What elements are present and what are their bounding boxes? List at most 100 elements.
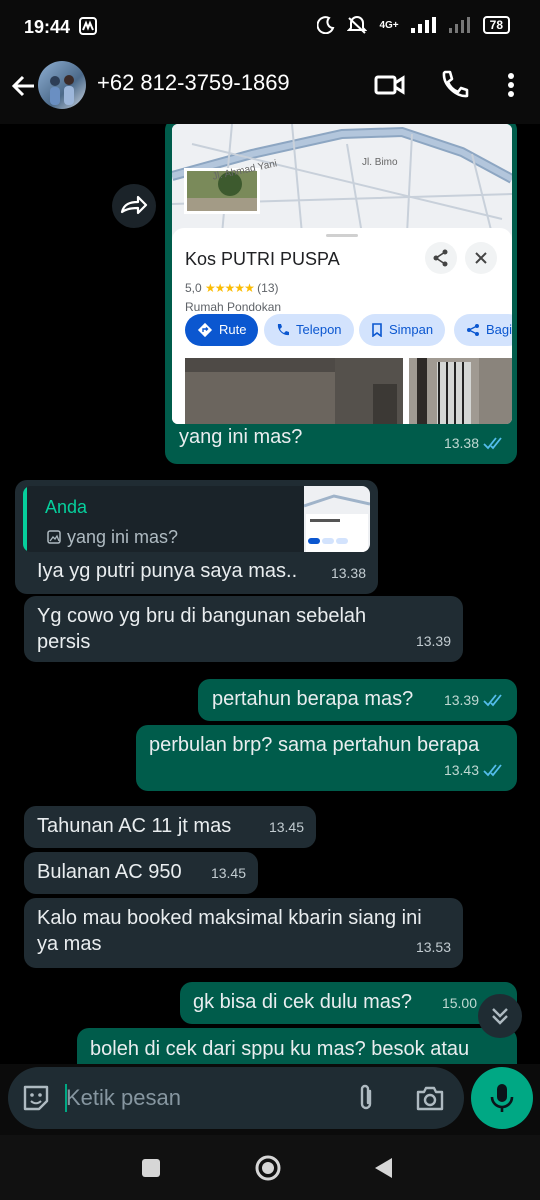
message-time: 13.38 [443,435,479,451]
incoming-message[interactable]: Bulanan AC 950 13.45 [24,852,258,894]
phone-icon [277,324,289,336]
message-meta: 13.43 [444,757,505,783]
message-text: perbulan brp? sama pertahun berapa [149,734,480,756]
review-count: (13) [257,281,279,295]
read-ticks-icon [483,437,502,450]
outgoing-message[interactable]: gk bisa di cek dulu mas? 15.00 [180,982,517,1024]
call-button[interactable]: Telepon [264,314,354,346]
close-icon[interactable] [465,242,497,274]
voice-message-button[interactable] [471,1067,533,1129]
message-meta: 13.38 [444,430,505,456]
more-options-icon[interactable] [494,68,528,102]
video-call-icon[interactable] [372,68,406,102]
back-arrow-icon[interactable] [8,70,40,102]
message-text: Bulanan AC 950 [37,861,182,883]
contact-name[interactable]: +62 812-3759-1869 [97,70,290,96]
chat-area[interactable]: Jl. Ahmad Yani Jl. Bimo Kos PUTRI PUSPA … [0,124,540,1064]
message-time: 13.45 [210,865,246,881]
message-time: 13.39 [443,692,479,708]
route-label: Rute [219,322,247,337]
place-name: Kos PUTRI PUSPA [185,249,340,269]
status-time: 19:44 [24,17,71,37]
shared-location-message[interactable]: Jl. Ahmad Yani Jl. Bimo Kos PUTRI PUSPA … [165,124,517,464]
battery-indicator: 78 [482,16,510,34]
incoming-message[interactable]: Yg cowo yg bru di bangunan sebelah persi… [24,596,463,662]
directions-icon [197,322,213,338]
share-label: Bagi [485,322,512,337]
message-time: 13.53 [415,939,451,955]
back-nav-icon[interactable] [372,1156,396,1180]
image-icon [47,530,61,544]
forward-button[interactable] [112,184,156,228]
status-bar: 19:44 4G+ 78 [0,0,540,56]
map-preview[interactable]: Jl. Ahmad Yani Jl. Bimo Kos PUTRI PUSPA … [172,124,512,424]
voice-call-icon[interactable] [437,68,471,102]
scroll-to-bottom-button[interactable] [478,994,522,1038]
incoming-message[interactable]: Tahunan AC 11 jt mas 13.45 [24,806,316,848]
message-text: Kalo mau booked maksimal kbarin siang in… [37,907,422,955]
chevron-down-icon [492,1008,508,1025]
message-text: gk bisa di cek dulu mas? [193,991,413,1013]
message-meta: 13.39 [416,628,451,654]
signal-icon [410,17,436,33]
message-time: 13.43 [443,762,479,778]
camera-icon[interactable] [414,1083,446,1113]
message-meta: 13.45 [269,814,304,840]
system-nav-bar [0,1135,540,1200]
message-text: pertahun berapa mas? [212,688,414,710]
quoted-message[interactable]: Anda yang ini mas? [23,486,370,552]
incoming-message[interactable]: Kalo mau booked maksimal kbarin siang in… [24,898,463,968]
attach-icon[interactable] [354,1083,378,1113]
drag-handle [326,234,358,237]
rating-stars: ★★★★★ [205,281,255,295]
save-label: Simpan [389,322,434,337]
save-button[interactable]: Simpan [359,314,446,346]
bookmark-icon [372,323,382,337]
share-button[interactable]: Bagi [454,314,512,346]
moon-icon [317,16,335,34]
rating-value: 5,0 [185,281,202,295]
message-meta: 13.53 [416,934,451,960]
street-label: Jl. Bimo [362,157,398,168]
signal-weak-icon [448,17,470,33]
read-ticks-icon [483,694,502,707]
mute-icon [347,16,368,34]
message-meta: 15.00 [442,990,477,1016]
place-card[interactable]: Kos PUTRI PUSPA 5,0 ★★★★★ (13) Rumah Pon… [172,228,512,424]
message-text: Iya yg putri punya saya mas.. [37,560,298,582]
message-text: boleh di cek dari sppu ku mas? besok ata… [90,1038,470,1060]
message-text: Yg cowo yg bru di bangunan sebelah persi… [37,605,367,653]
message-composer[interactable]: Ketik pesan [8,1067,464,1129]
share-icon [466,324,479,336]
microphone-icon [490,1084,514,1112]
message-time: 13.39 [415,633,451,649]
outgoing-message[interactable]: perbulan brp? sama pertahun berapa 13.43 [136,725,517,791]
network-type: 4G+ [379,19,399,31]
contact-avatar[interactable] [38,61,86,109]
home-icon[interactable] [254,1154,282,1182]
read-ticks-icon [483,764,502,777]
call-label: Telepon [296,322,342,337]
quoted-thumbnail [303,486,370,552]
message-time: 13.38 [330,565,366,581]
share-icon[interactable] [425,242,457,274]
chat-header: +62 812-3759-1869 [0,56,540,124]
message-time: 13.45 [268,819,304,835]
forward-icon [120,195,148,215]
place-photo[interactable] [185,358,403,424]
message-text: yang ini mas? [179,426,303,448]
message-time: 15.00 [441,995,477,1011]
message-meta: 13.39 [444,687,505,713]
recents-icon[interactable] [140,1157,162,1179]
incoming-message[interactable]: Anda yang ini mas? Iya yg putri punya sa… [15,480,378,594]
message-input[interactable]: Ketik pesan [66,1085,181,1111]
message-meta: 13.45 [211,860,246,886]
outgoing-message[interactable]: boleh di cek dari sppu ku mas? besok ata… [77,1028,517,1064]
message-meta: 13.38 [331,560,366,586]
sticker-icon[interactable] [21,1083,51,1113]
place-photo[interactable] [409,358,512,424]
app-notification-icon [79,17,97,35]
outgoing-message[interactable]: pertahun berapa mas? 13.39 [198,679,517,721]
message-text: Tahunan AC 11 jt mas [37,815,232,837]
route-button[interactable]: Rute [185,314,259,346]
